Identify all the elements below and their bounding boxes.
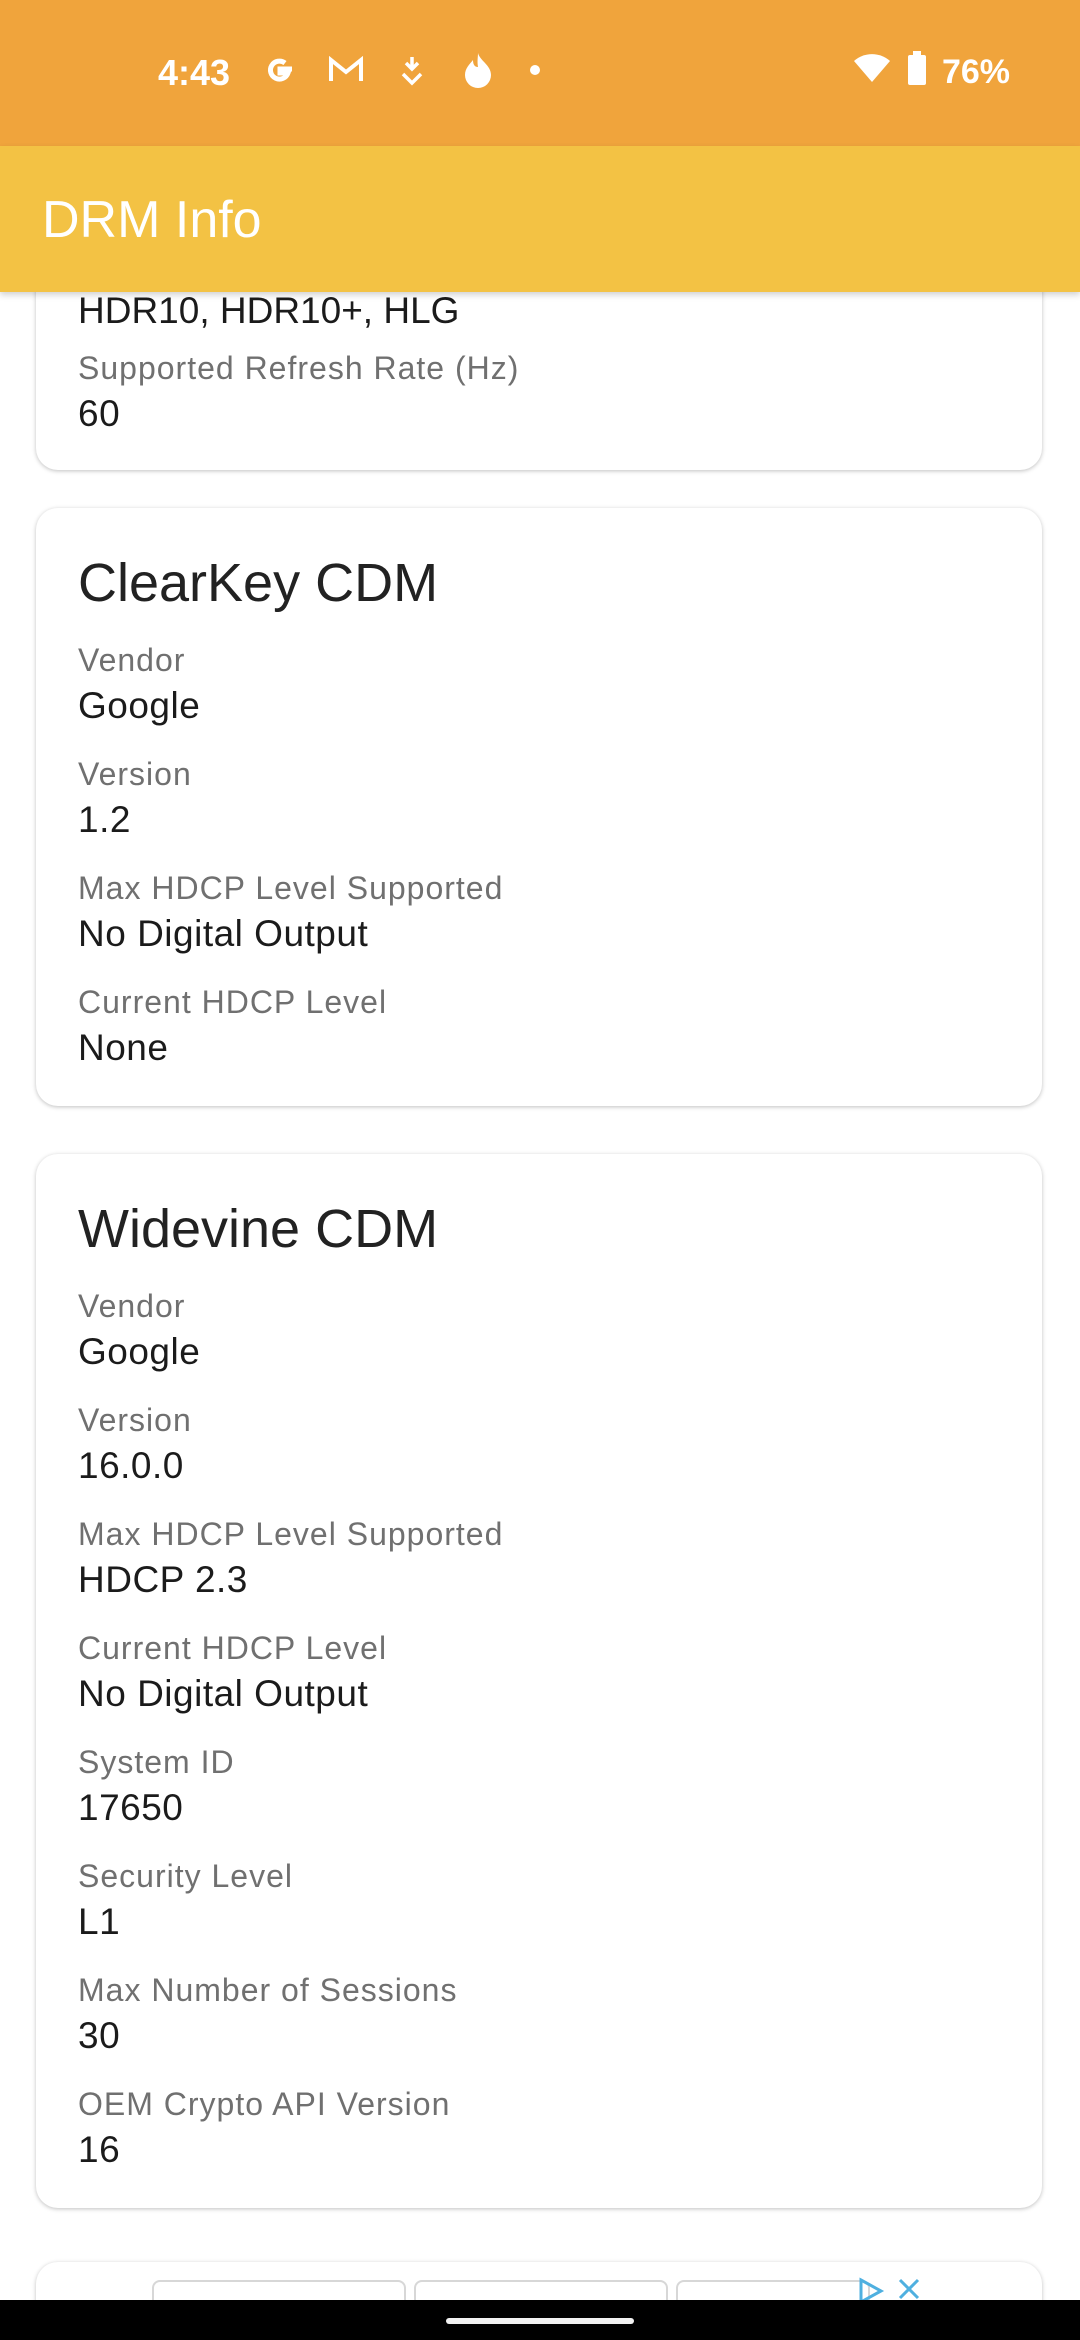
home-gesture-handle[interactable] (446, 2318, 634, 2324)
field-value: Google (78, 1331, 201, 1372)
ad-choices[interactable] (856, 2276, 922, 2300)
system-indicators: 76% (852, 50, 1010, 95)
card-title: ClearKey CDM (78, 553, 439, 613)
hdr-capabilities-value: HDR10, HDR10+, HLG (78, 292, 460, 331)
battery-percent: 76% (941, 53, 1010, 91)
info-row: Current HDCP Level No Digital Output (78, 1630, 387, 1715)
battery-icon (906, 50, 928, 95)
field-value: HDCP 2.3 (78, 1559, 248, 1600)
app-bar: DRM Info (0, 146, 1080, 292)
field-value: L1 (78, 1901, 121, 1942)
info-row: Max Number of Sessions 30 (78, 1972, 457, 2057)
info-row: Vendor Google (78, 642, 200, 727)
field-value: 30 (78, 2015, 121, 2056)
dot-icon (530, 65, 540, 75)
adchoices-play-icon[interactable] (856, 2276, 886, 2300)
info-row: System ID 17650 (78, 1744, 235, 1829)
info-row: Current HDCP Level None (78, 984, 387, 1069)
display-info-card: HDR10, HDR10+, HLG Supported Refresh Rat… (36, 292, 1042, 470)
gmail-icon (326, 50, 366, 90)
info-row: Supported Refresh Rate (Hz) 60 (78, 350, 519, 435)
field-value: 16 (78, 2129, 121, 2170)
info-row: Version 1.2 (78, 756, 192, 841)
field-label: Max Number of Sessions (78, 1972, 458, 2008)
field-label: Current HDCP Level (78, 1630, 388, 1666)
navigation-bar (0, 2300, 1080, 2340)
info-row: Max HDCP Level Supported HDCP 2.3 (78, 1516, 503, 1601)
field-value: 60 (78, 393, 121, 434)
ad-banner[interactable] (36, 2262, 1042, 2300)
info-row: OEM Crypto API Version 16 (78, 2086, 450, 2171)
status-bar: 4:43 76% (0, 0, 1080, 146)
info-row: Security Level L1 (78, 1858, 293, 1943)
download-icon (392, 50, 432, 90)
status-time: 4:43 (158, 52, 231, 93)
field-value: 1.2 (78, 799, 131, 840)
card-title: Widevine CDM (78, 1199, 439, 1259)
field-label: OEM Crypto API Version (78, 2086, 451, 2122)
clearkey-cdm-card: ClearKey CDM Vendor Google Version 1.2 M… (36, 508, 1042, 1106)
field-label: System ID (78, 1744, 235, 1780)
field-label: Security Level (78, 1858, 293, 1894)
field-label: Max HDCP Level Supported (78, 1516, 504, 1552)
ad-slot[interactable] (414, 2280, 668, 2300)
field-label: Version (78, 1402, 192, 1438)
field-label: Max HDCP Level Supported (78, 870, 504, 906)
scroll-content[interactable]: HDR10, HDR10+, HLG Supported Refresh Rat… (0, 292, 1080, 2300)
info-row: Version 16.0.0 (78, 1402, 192, 1487)
field-label: Supported Refresh Rate (Hz) (78, 350, 520, 386)
widevine-cdm-card: Widevine CDM Vendor Google Version 16.0.… (36, 1154, 1042, 2208)
field-value: Google (78, 685, 201, 726)
field-value: 16.0.0 (78, 1445, 184, 1486)
ad-slot[interactable] (676, 2280, 870, 2300)
field-label: Version (78, 756, 192, 792)
page-title: DRM Info (42, 191, 262, 249)
field-value: None (78, 1027, 169, 1068)
info-row: Vendor Google (78, 1288, 200, 1373)
notification-icons (260, 50, 540, 90)
wifi-icon (852, 52, 892, 93)
field-value: No Digital Output (78, 913, 369, 954)
field-label: Current HDCP Level (78, 984, 388, 1020)
ad-slot[interactable] (152, 2280, 406, 2300)
google-g-icon (260, 50, 300, 90)
field-value: No Digital Output (78, 1673, 369, 1714)
close-icon[interactable] (896, 2276, 922, 2300)
fire-icon (458, 50, 498, 90)
field-value: 17650 (78, 1787, 184, 1828)
field-label: Vendor (78, 642, 186, 678)
field-label: Vendor (78, 1288, 186, 1324)
info-row: Max HDCP Level Supported No Digital Outp… (78, 870, 503, 955)
